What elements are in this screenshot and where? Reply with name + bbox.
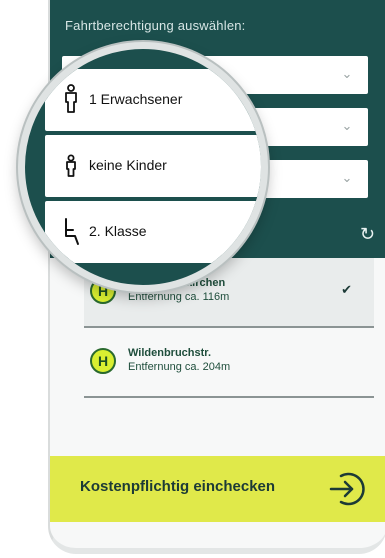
checkin-button[interactable]: Kostenpflichtig einchecken — [50, 456, 385, 522]
adult-person-icon — [65, 84, 77, 113]
stop-name: Wildenbruchstr. — [128, 347, 212, 359]
enter-arrow-icon — [329, 472, 365, 506]
magnifier-lens: 1 Erwachsener ⌄ keine Kinder 2. Klasse — [18, 42, 268, 292]
adults-option[interactable]: 1 Erwachsener ⌄ — [45, 69, 261, 131]
checkin-label: Kostenpflichtig einchecken — [80, 478, 276, 495]
children-option-label: keine Kinder — [89, 157, 167, 173]
stop-distance: Entfernung ca. 204m — [128, 361, 231, 373]
children-option[interactable]: keine Kinder — [45, 135, 261, 197]
chevron-down-icon: ⌄ — [341, 118, 353, 133]
stop-item-wildenbruchstr[interactable]: H Wildenbruchstr. Entfernung ca. 204m — [84, 328, 374, 398]
panel-title: Fahrtberechtigung auswählen: — [65, 18, 246, 33]
refresh-icon[interactable]: ↻ — [360, 224, 375, 245]
child-person-icon — [66, 154, 76, 177]
class-option-label: 2. Klasse — [89, 223, 147, 239]
chevron-down-icon: ⌄ — [341, 66, 353, 81]
seat-icon — [65, 218, 79, 245]
chevron-down-icon: ⌄ — [341, 170, 353, 185]
class-option[interactable]: 2. Klasse — [45, 201, 261, 263]
adults-option-label: 1 Erwachsener — [89, 91, 183, 107]
stop-distance: Entfernung ca. 116m — [128, 291, 230, 303]
chevron-down-icon: ⌄ — [238, 89, 249, 104]
bus-stop-icon: H — [90, 348, 116, 374]
check-icon: ✔ — [341, 282, 352, 297]
